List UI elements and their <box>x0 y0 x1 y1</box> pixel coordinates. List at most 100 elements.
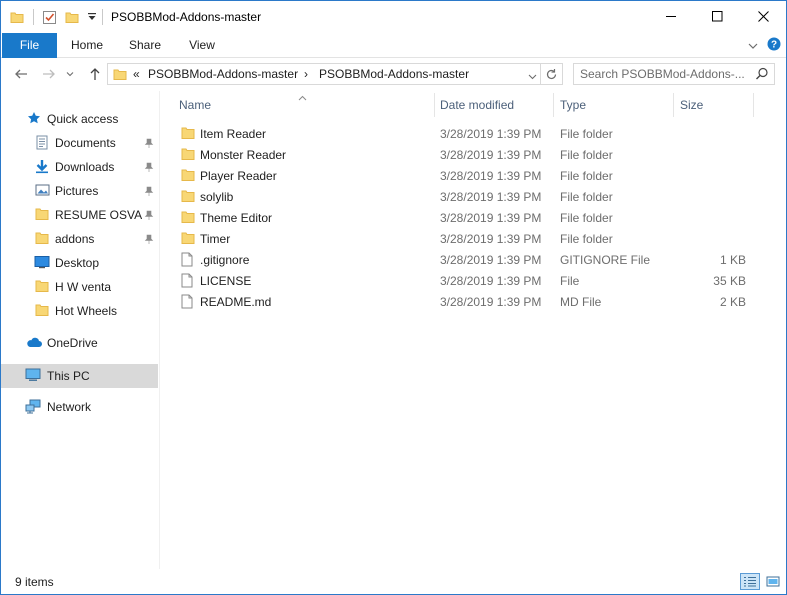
file-type: File folder <box>560 148 613 162</box>
tab-share[interactable]: Share <box>119 33 171 58</box>
explorer-window: PSOBBMod-Addons-master File Home Share V… <box>0 0 787 595</box>
folder-icon <box>181 210 195 227</box>
pin-icon[interactable] <box>144 137 154 151</box>
pin-icon[interactable] <box>144 233 154 247</box>
column-divider[interactable] <box>673 93 674 117</box>
navigation-pane: Quick access Documents Downloads Picture… <box>1 91 160 569</box>
column-name[interactable]: Name <box>179 98 211 112</box>
file-type: File folder <box>560 211 613 225</box>
address-dropdown-icon[interactable] <box>528 70 537 84</box>
table-row[interactable]: Timer 3/28/2019 1:39 PM File folder <box>175 228 775 249</box>
pin-icon[interactable] <box>144 161 154 175</box>
close-button[interactable] <box>740 1 786 32</box>
file-name: LICENSE <box>200 274 252 288</box>
search-box[interactable] <box>573 63 775 85</box>
minimize-button[interactable] <box>648 1 694 32</box>
nav-quick-access[interactable]: Quick access <box>1 108 158 130</box>
file-size: 2 KB <box>719 295 746 309</box>
nav-item-hw-venta[interactable]: H W venta <box>1 276 158 298</box>
file-type: File folder <box>560 169 613 183</box>
nav-item-resume-osvald[interactable]: RESUME OSVALD <box>1 204 158 226</box>
file-size: 35 KB <box>713 274 746 288</box>
file-type: File folder <box>560 127 613 141</box>
back-button[interactable] <box>11 64 31 84</box>
file-type: MD File <box>560 295 602 309</box>
address-row: « PSOBBMod-Addons-master › PSOBBMod-Addo… <box>1 58 786 91</box>
nav-item-addons[interactable]: addons <box>1 228 158 250</box>
svg-text:?: ? <box>771 40 777 51</box>
column-divider[interactable] <box>753 93 754 117</box>
file-date: 3/28/2019 1:39 PM <box>440 274 542 288</box>
table-row[interactable]: Theme Editor 3/28/2019 1:39 PM File folder <box>175 207 775 228</box>
recent-locations-button[interactable] <box>63 64 77 84</box>
file-type: File folder <box>560 190 613 204</box>
file-name: Monster Reader <box>200 148 287 162</box>
file-type: File folder <box>560 232 613 246</box>
pin-icon[interactable] <box>144 185 154 199</box>
pin-icon[interactable] <box>144 209 154 223</box>
column-date-modified[interactable]: Date modified <box>440 98 514 112</box>
maximize-button[interactable] <box>694 1 740 32</box>
refresh-icon <box>546 68 557 79</box>
refresh-button[interactable] <box>541 63 563 85</box>
table-row[interactable]: README.md 3/28/2019 1:39 PM MD File 2 KB <box>175 291 775 312</box>
folder-icon <box>113 67 127 84</box>
file-name: .gitignore <box>200 253 250 267</box>
window-title: PSOBBMod-Addons-master <box>111 10 262 24</box>
column-divider[interactable] <box>553 93 554 117</box>
breadcrumb-segment[interactable]: PSOBBMod-Addons-master <box>148 67 298 81</box>
folder-icon <box>181 231 195 248</box>
title-bar: PSOBBMod-Addons-master <box>1 1 786 33</box>
properties-icon[interactable] <box>42 10 57 28</box>
column-divider[interactable] <box>434 93 435 117</box>
address-overflow[interactable]: « <box>133 67 140 81</box>
large-icons-view-button[interactable] <box>763 573 783 590</box>
table-row[interactable]: solylib 3/28/2019 1:39 PM File folder <box>175 186 775 207</box>
address-bar[interactable]: « PSOBBMod-Addons-master › PSOBBMod-Addo… <box>107 63 541 85</box>
file-name: Theme Editor <box>200 211 273 225</box>
folder-icon <box>181 189 195 206</box>
nav-network[interactable]: Network <box>1 396 158 418</box>
breadcrumb-separator[interactable]: › <box>304 67 308 81</box>
file-icon <box>181 273 193 291</box>
status-bar: 9 items <box>1 569 786 594</box>
file-name: solylib <box>200 190 234 204</box>
help-icon[interactable]: ? <box>767 37 781 54</box>
nav-item-documents[interactable]: Documents <box>1 132 158 154</box>
table-row[interactable]: Monster Reader 3/28/2019 1:39 PM File fold… <box>175 144 775 165</box>
item-count: 9 items <box>15 575 54 589</box>
tab-home[interactable]: Home <box>61 33 113 58</box>
table-row[interactable]: Item Reader 3/28/2019 1:39 PM File folder <box>175 123 775 144</box>
nav-this-pc[interactable]: This PC <box>1 364 158 388</box>
table-row[interactable]: .gitignore 3/28/2019 1:39 PM GITIGNORE Fil… <box>175 249 775 270</box>
column-size[interactable]: Size <box>680 98 703 112</box>
new-folder-icon[interactable] <box>65 10 79 27</box>
nav-item-pictures[interactable]: Pictures <box>1 180 158 202</box>
search-input[interactable] <box>580 66 750 82</box>
folder-icon <box>181 147 195 164</box>
up-button[interactable] <box>85 64 105 84</box>
breadcrumb-segment[interactable]: PSOBBMod-Addons-master <box>319 67 469 81</box>
search-icon[interactable] <box>755 67 769 84</box>
tab-view[interactable]: View <box>176 33 228 58</box>
folder-icon <box>35 207 49 224</box>
table-row[interactable]: LICENSE 3/28/2019 1:39 PM File 35 KB <box>175 270 775 291</box>
tab-file[interactable]: File <box>2 33 57 58</box>
column-type[interactable]: Type <box>560 98 586 112</box>
nav-onedrive[interactable]: OneDrive <box>1 332 158 354</box>
file-list: Name Date modified Type Size Item Reader… <box>161 91 786 569</box>
nav-item-downloads[interactable]: Downloads <box>1 156 158 178</box>
file-date: 3/28/2019 1:39 PM <box>440 190 542 204</box>
pictures-icon <box>35 183 50 200</box>
expand-ribbon-icon[interactable] <box>747 40 759 54</box>
forward-button[interactable] <box>39 64 59 84</box>
details-view-button[interactable] <box>740 573 760 590</box>
nav-item-desktop[interactable]: Desktop <box>1 252 158 274</box>
customize-toolbar-icon[interactable] <box>87 11 97 25</box>
table-row[interactable]: Player Reader 3/28/2019 1:39 PM File folde… <box>175 165 775 186</box>
forward-arrow-icon <box>43 69 55 79</box>
file-date: 3/28/2019 1:39 PM <box>440 169 542 183</box>
ribbon-tabs: File Home Share View ? <box>1 33 786 58</box>
details-view-icon <box>744 577 756 587</box>
nav-item-hot-wheels[interactable]: Hot Wheels <box>1 300 158 322</box>
